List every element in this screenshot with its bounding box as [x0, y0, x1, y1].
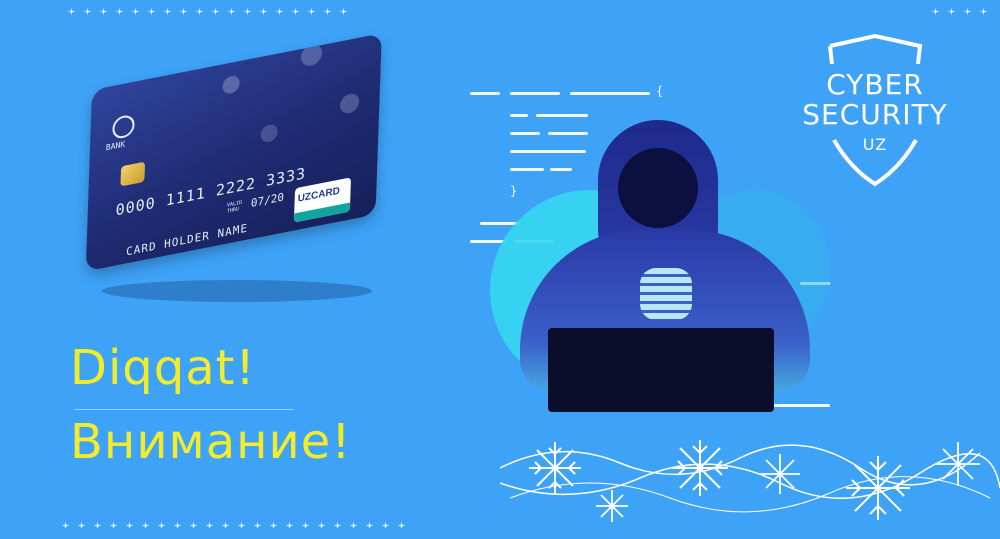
- code-line: [536, 114, 588, 117]
- card-shadow: [102, 280, 372, 302]
- card-body: BANK 0000 1111 2222 3333 VALID THRU 07/2…: [85, 33, 382, 272]
- snowflake-icon: [846, 456, 910, 520]
- uzcard-logo: UZCARD: [293, 177, 352, 223]
- code-line: [510, 92, 560, 95]
- code-line: [570, 92, 650, 95]
- banner: BANK 0000 1111 2222 3333 VALID THRU 07/2…: [0, 0, 1000, 539]
- uzcard-stripe: [293, 202, 351, 223]
- headline-divider: [74, 409, 294, 410]
- laptop-icon: [548, 328, 774, 412]
- uzcard-brand: UZCARD: [297, 185, 341, 205]
- badge-line-2: SECURITY: [802, 98, 948, 131]
- top-sparkle-row: [68, 8, 347, 15]
- code-line: [510, 114, 528, 117]
- badge-line-3: UZ: [862, 135, 888, 154]
- snowflake-icon: [672, 440, 728, 496]
- code-line: [470, 92, 500, 95]
- snowflake-icon: [529, 442, 581, 494]
- top-right-sparkle-row: [932, 8, 987, 15]
- headline-cyrillic: Внимание!: [70, 414, 352, 470]
- cyber-security-badge: CYBER SECURITY UZ: [790, 28, 960, 188]
- winter-decoration: [500, 440, 1000, 522]
- hacker-face: [618, 148, 698, 228]
- bank-label: BANK: [105, 139, 126, 153]
- snowflake-icon: [936, 442, 980, 486]
- card-expiry: 07/20: [250, 190, 285, 211]
- bottom-sparkle-row: [62, 522, 405, 529]
- headline-latin: Diqqat!: [70, 340, 256, 396]
- snowflake-icon: [760, 454, 800, 494]
- badge-line-1: CYBER: [826, 68, 924, 101]
- bank-card: BANK 0000 1111 2222 3333 VALID THRU 07/2…: [72, 33, 392, 310]
- snowflake-icon: [596, 490, 628, 522]
- code-brace-open: {: [656, 84, 664, 98]
- valid-thru-label: VALID THRU: [226, 199, 243, 215]
- hacker-hands: [640, 268, 692, 320]
- bank-logo-icon: [112, 113, 135, 141]
- chip-icon: [120, 161, 146, 187]
- card-holder-name: CARD HOLDER NAME: [125, 221, 249, 259]
